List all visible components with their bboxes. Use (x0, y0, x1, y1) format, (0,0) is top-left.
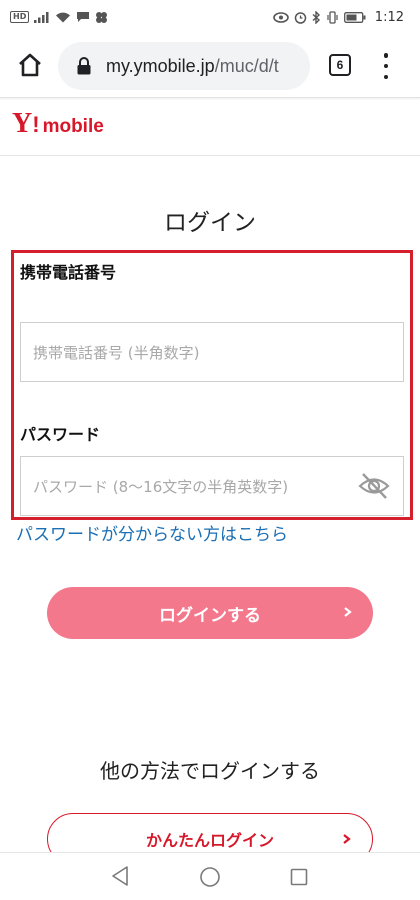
password-placeholder: パスワード (8〜16文字の半角英数字) (33, 477, 289, 496)
message-icon (76, 11, 90, 23)
address-bar[interactable]: my.ymobile.jp/muc/d/t (58, 42, 310, 90)
battery-icon (343, 11, 366, 23)
status-time: 1:12 (374, 9, 404, 25)
page-title: ログイン (164, 210, 256, 236)
home-circle-icon[interactable] (199, 866, 221, 888)
bluetooth-icon (312, 10, 321, 24)
login-form: 携帯電話番号 携帯電話番号 (半角数字) パスワード パスワード (8〜16文字… (11, 250, 413, 520)
phone-placeholder: 携帯電話番号 (半角数字) (33, 343, 200, 362)
ymobile-logo[interactable]: Y! mobile (12, 110, 104, 138)
logo-y: Y (12, 108, 33, 139)
site-header: Y! mobile (0, 98, 420, 156)
recent-square-icon[interactable] (290, 868, 308, 886)
home-icon[interactable] (16, 51, 44, 79)
phone-number-input[interactable]: 携帯電話番号 (半角数字) (20, 322, 404, 382)
alarm-icon (294, 11, 307, 24)
other-login-title: 他の方法でログインする (100, 759, 320, 783)
app-notification-icon (95, 11, 108, 24)
hd-badge: HD (10, 11, 30, 23)
chevron-right-icon (343, 603, 353, 621)
more-vert-icon[interactable] (380, 53, 392, 79)
url-text: my.ymobile.jp/muc/d/t (106, 56, 279, 77)
eye-comfort-icon (272, 11, 289, 23)
lock-icon (76, 57, 92, 75)
wifi-icon (55, 11, 71, 23)
easy-login-label: かんたんログイン (145, 831, 274, 850)
logo-word: mobile (42, 116, 104, 137)
chevron-right-icon (342, 830, 352, 848)
password-label: パスワード (20, 425, 101, 444)
eye-off-icon[interactable] (357, 471, 391, 501)
system-nav-bar (0, 852, 420, 900)
phone-label: 携帯電話番号 (20, 263, 117, 282)
logo-bang: ! (32, 112, 40, 137)
back-triangle-icon[interactable] (110, 865, 130, 887)
vibrate-icon (326, 10, 339, 24)
password-input[interactable]: パスワード (8〜16文字の半角英数字) (20, 456, 404, 516)
browser-toolbar: my.ymobile.jp/muc/d/t 6 (0, 34, 420, 98)
status-bar: HD 1:12 (0, 0, 420, 34)
login-button[interactable]: ログインする (47, 587, 373, 639)
login-button-label: ログインする (159, 605, 261, 626)
tab-switcher-button[interactable]: 6 (329, 54, 351, 76)
signal-icon (34, 11, 50, 23)
forgot-password-link[interactable]: パスワードが分からない方はこちら (16, 520, 288, 545)
url-path: /muc/d/t (214, 55, 279, 76)
url-host: my.ymobile.jp (106, 55, 215, 76)
